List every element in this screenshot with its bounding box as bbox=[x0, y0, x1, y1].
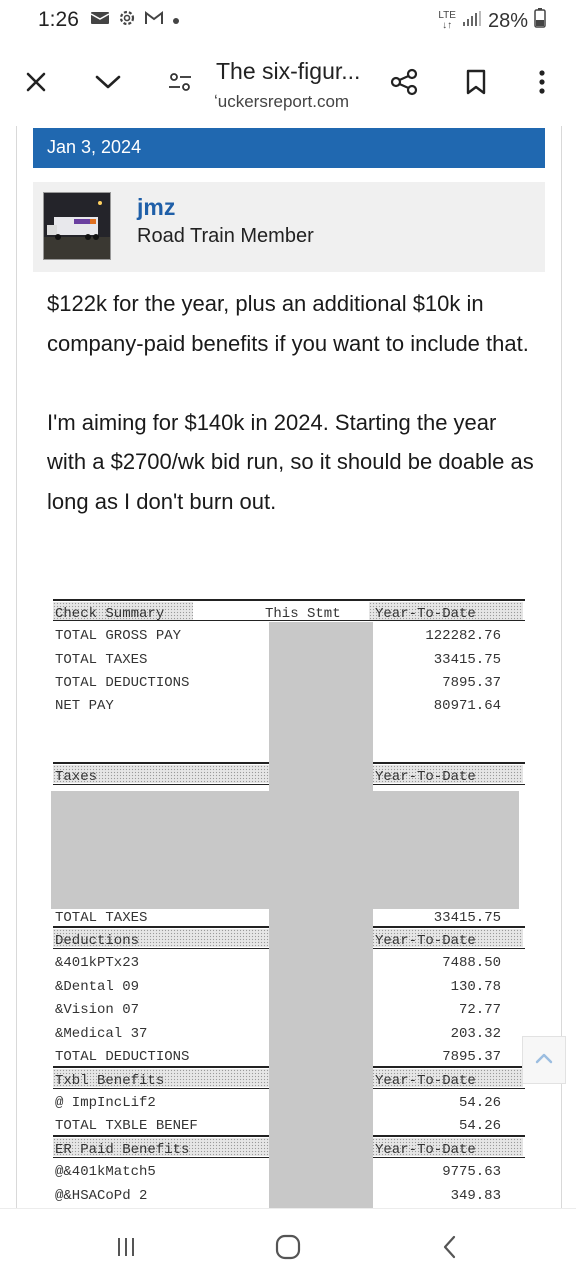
more-vert-icon[interactable] bbox=[522, 62, 562, 102]
home-icon[interactable] bbox=[268, 1229, 308, 1265]
gmail-icon bbox=[144, 10, 164, 31]
table-row-value: 9775.63 bbox=[442, 1164, 501, 1180]
table-row-value: 33415.75 bbox=[433, 910, 501, 926]
table-row-label: &Vision 07 bbox=[55, 1002, 140, 1018]
settings-icon bbox=[118, 9, 136, 32]
bookmark-icon[interactable] bbox=[456, 62, 496, 102]
user-info-box: jmz Road Train Member bbox=[33, 182, 545, 272]
ytd-header: Year-To-Date bbox=[375, 769, 476, 785]
chevron-down-icon[interactable] bbox=[88, 62, 128, 102]
table-row-value: 7488.50 bbox=[442, 955, 501, 971]
ytd-header: Year-To-Date bbox=[375, 1142, 476, 1158]
table-row-value: 203.32 bbox=[450, 1026, 501, 1042]
signal-icon bbox=[462, 10, 482, 33]
taxes-header: Taxes bbox=[55, 769, 98, 785]
table-row-label: TOTAL TAXES bbox=[55, 910, 148, 926]
battery-icon bbox=[534, 8, 546, 34]
table-row-label: TOTAL GROSS PAY bbox=[55, 628, 182, 644]
post-date-bar: Jan 3, 2024 bbox=[33, 128, 545, 168]
table-row-label: &401kPTx23 bbox=[55, 955, 140, 971]
table-row-value: 349.83 bbox=[450, 1188, 501, 1204]
table-row-label: &Medical 37 bbox=[55, 1026, 148, 1042]
page-options-icon[interactable] bbox=[160, 62, 200, 102]
table-row-label: @ ImpIncLif2 bbox=[55, 1095, 156, 1111]
table-row-value: 54.26 bbox=[458, 1118, 501, 1134]
table-row-label: &Dental 09 bbox=[55, 979, 140, 995]
table-row-value: 54.26 bbox=[458, 1095, 501, 1111]
post-date: Jan 3, 2024 bbox=[47, 137, 142, 157]
post-paragraph: $122k for the year, plus an additional $… bbox=[47, 291, 529, 356]
table-row-label: TOTAL DEDUCTIONS bbox=[55, 675, 190, 691]
table-row-label: NET PAY bbox=[55, 698, 114, 714]
table-row-value: 72.77 bbox=[458, 1002, 501, 1018]
redacted-this-stmt-column bbox=[269, 622, 373, 1208]
scroll-to-top-button[interactable] bbox=[522, 1036, 566, 1084]
post-container: Jan 3, 2024 jmz Road Train Member $122k … bbox=[16, 126, 562, 1208]
url-host[interactable]: ʻuckersreport.com bbox=[214, 92, 349, 112]
gallery-icon bbox=[90, 10, 110, 31]
lte-indicator: LTE ↓↑ bbox=[438, 10, 456, 31]
notification-icons bbox=[90, 9, 180, 32]
txbl-benefits-header: Txbl Benefits bbox=[55, 1073, 165, 1089]
paystub-image[interactable]: Check Summary This Stmt Year-To-Date TOT… bbox=[49, 596, 529, 1208]
ytd-header: Year-To-Date bbox=[375, 1073, 476, 1089]
status-bar: 1:26 LTE ↓↑ 28% bbox=[0, 0, 576, 40]
table-row-label: TOTAL TXBLE BENEF bbox=[55, 1118, 198, 1134]
avatar[interactable] bbox=[43, 192, 111, 260]
system-nav-bar bbox=[0, 1208, 576, 1281]
username-link[interactable]: jmz bbox=[137, 194, 175, 221]
share-icon[interactable] bbox=[384, 62, 424, 102]
page-title[interactable]: The six-figur... bbox=[216, 58, 360, 85]
chevron-up-icon bbox=[534, 1051, 554, 1070]
table-row-value: 80971.64 bbox=[433, 698, 501, 714]
user-title: Road Train Member bbox=[137, 225, 314, 247]
table-row-label: @&401kMatch5 bbox=[55, 1164, 156, 1180]
status-time: 1:26 bbox=[38, 8, 79, 31]
dot-icon bbox=[172, 12, 180, 30]
close-icon[interactable] bbox=[16, 62, 56, 102]
table-row-label: TOTAL TAXES bbox=[55, 652, 148, 668]
post-paragraph: I'm aiming for $140k in 2024. Starting t… bbox=[47, 409, 534, 514]
recent-apps-icon[interactable] bbox=[106, 1229, 146, 1265]
table-row-value: 33415.75 bbox=[433, 652, 501, 668]
table-row-label: @&HSACoPd 2 bbox=[55, 1188, 148, 1204]
ytd-header: Year-To-Date bbox=[375, 933, 476, 949]
back-icon[interactable] bbox=[430, 1229, 470, 1265]
table-row-label: TOTAL DEDUCTIONS bbox=[55, 1049, 190, 1065]
table-row-value: 130.78 bbox=[450, 979, 501, 995]
deductions-header: Deductions bbox=[55, 933, 140, 949]
post-body: $122k for the year, plus an additional $… bbox=[47, 284, 537, 521]
er-paid-benefits-header: ER Paid Benefits bbox=[55, 1142, 190, 1158]
table-row-value: 7895.37 bbox=[442, 675, 501, 691]
table-row-value: 7895.37 bbox=[442, 1049, 501, 1065]
table-row-value: 122282.76 bbox=[425, 628, 501, 644]
battery-percent: 28% bbox=[487, 9, 528, 32]
